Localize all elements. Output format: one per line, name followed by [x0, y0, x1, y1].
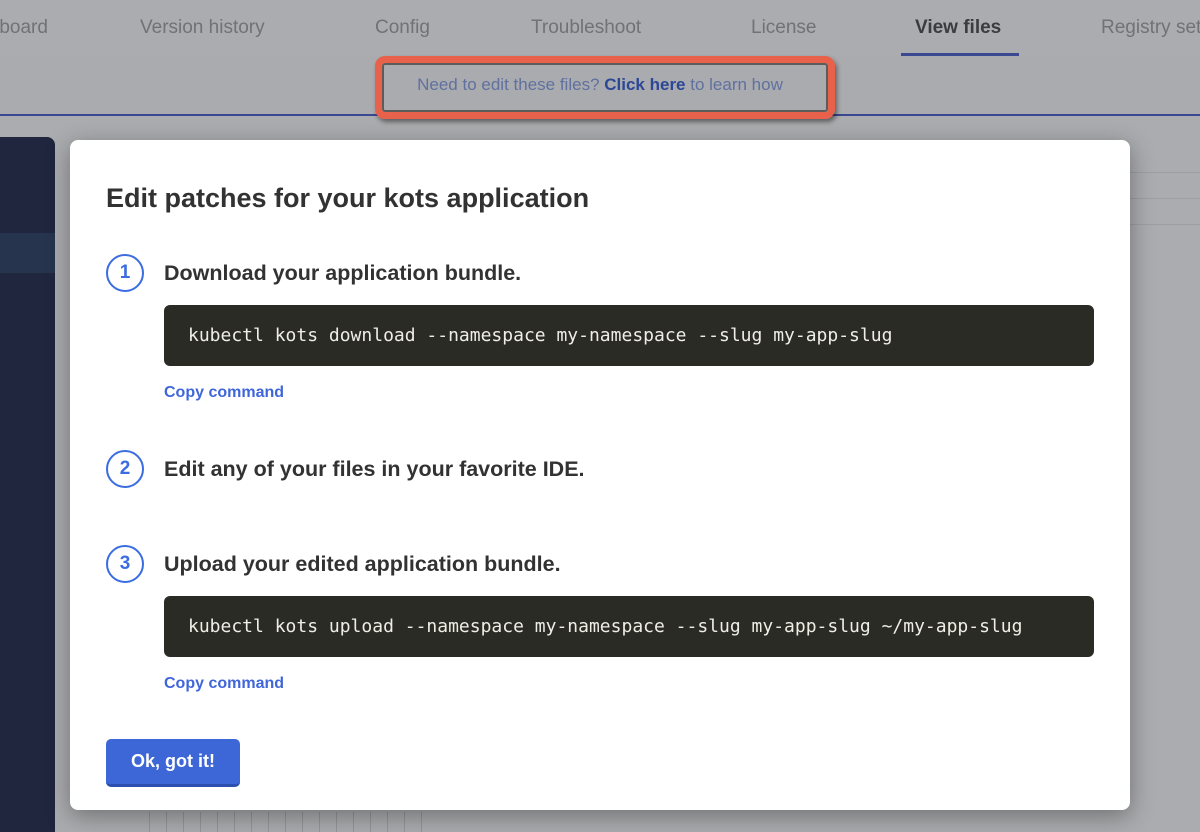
copy-download-command-link[interactable]: Copy command	[164, 384, 284, 402]
step-3-heading: Upload your edited application bundle.	[164, 545, 561, 583]
download-command-block: kubectl kots download --namespace my-nam…	[164, 305, 1094, 366]
step-1-number-badge: 1	[106, 254, 144, 292]
step-1-heading: Download your application bundle.	[164, 254, 521, 292]
step-1-row: 1 Download your application bundle.	[106, 254, 1094, 292]
step-3-number-badge: 3	[106, 545, 144, 583]
edit-patches-modal: Edit patches for your kots application 1…	[70, 140, 1130, 810]
upload-command-block: kubectl kots upload --namespace my-names…	[164, 596, 1094, 657]
ok-got-it-button[interactable]: Ok, got it!	[106, 739, 240, 787]
step-2-row: 2 Edit any of your files in your favorit…	[106, 450, 1094, 488]
step-3-body: kubectl kots upload --namespace my-names…	[164, 596, 1094, 693]
step-2-heading: Edit any of your files in your favorite …	[164, 450, 585, 488]
step-2-number-badge: 2	[106, 450, 144, 488]
step-1-body: kubectl kots download --namespace my-nam…	[164, 305, 1094, 402]
copy-upload-command-link[interactable]: Copy command	[164, 675, 284, 693]
step-3-row: 3 Upload your edited application bundle.	[106, 545, 1094, 583]
modal-title: Edit patches for your kots application	[106, 182, 1094, 214]
